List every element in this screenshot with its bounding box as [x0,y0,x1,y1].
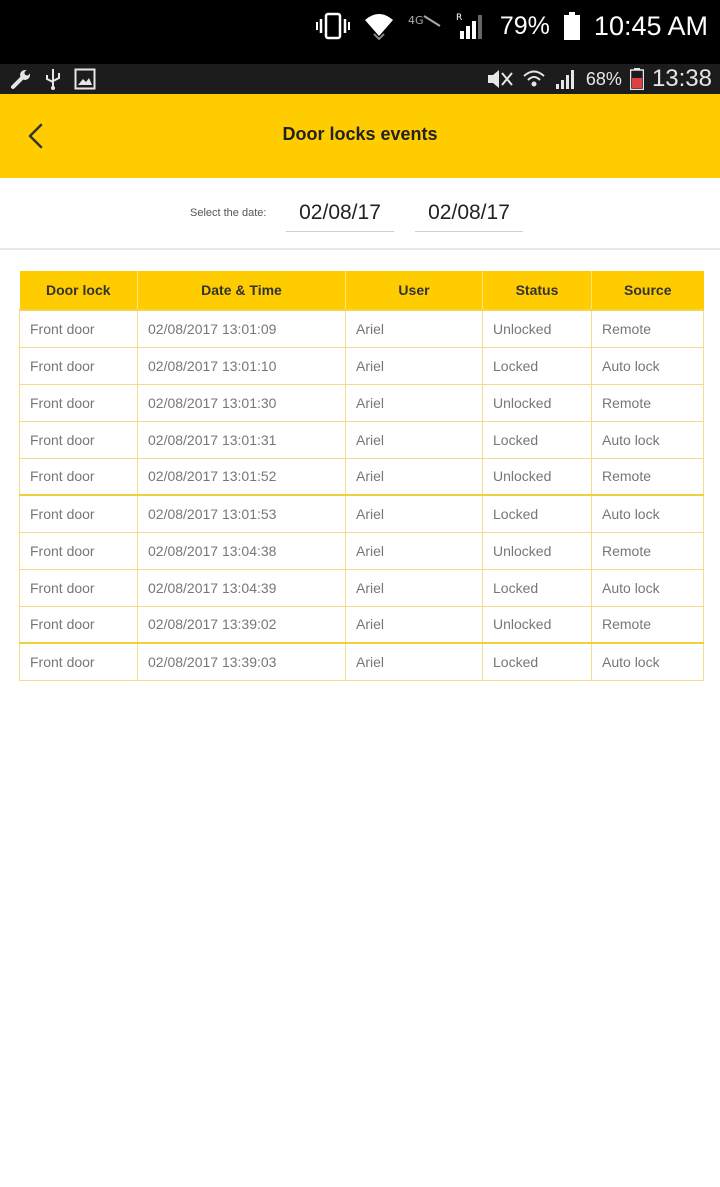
signal-icon: R [456,11,486,41]
cell-status: Locked [482,642,592,681]
table-row: Front door 02/08/2017 13:01:10 Ariel Loc… [19,346,704,385]
mute-icon [486,69,514,89]
cell-status: Locked [482,568,592,607]
outer-status-bar: 4G R 79% 10:45 AM [0,0,720,64]
cell-door-lock: Front door [19,383,138,422]
cell-user: Ariel [345,346,483,385]
cell-source: Auto lock [591,568,704,607]
cell-door-lock: Front door [19,642,138,681]
table-row: Front door 02/08/2017 13:39:03 Ariel Loc… [19,642,704,681]
cell-date-time: 02/08/2017 13:01:09 [137,309,346,348]
app-bar: Door locks events [0,94,720,178]
table-row: Front door 02/08/2017 13:01:53 Ariel Loc… [19,494,704,533]
cell-status: Unlocked [482,309,592,348]
column-header-date-time: Date & Time [137,271,346,311]
inner-signal-icon [554,68,578,90]
cell-source: Remote [591,383,704,422]
table-row: Front door 02/08/2017 13:01:09 Ariel Unl… [19,309,704,348]
mobile-data-icon: 4G [408,12,442,40]
cell-door-lock: Front door [19,531,138,570]
table-row: Front door 02/08/2017 13:04:38 Ariel Unl… [19,531,704,570]
page-title: Door locks events [282,124,438,144]
cell-date-time: 02/08/2017 13:01:31 [137,420,346,459]
cell-status: Unlocked [482,457,592,496]
cell-source: Remote [591,605,704,644]
cell-status: Locked [482,494,592,533]
date-label: Select the date: [190,207,267,219]
table-row: Front door 02/08/2017 13:01:52 Ariel Unl… [19,457,704,496]
cell-user: Ariel [345,420,483,459]
cell-source: Auto lock [591,346,704,385]
events-table: Door lock Date & Time User Status Source… [19,271,704,681]
inner-clock: 13:38 [651,65,712,92]
table-row: Front door 02/08/2017 13:04:39 Ariel Loc… [19,568,704,607]
table-header-row: Door lock Date & Time User Status Source [19,271,704,311]
cell-date-time: 02/08/2017 13:39:03 [137,642,346,681]
cell-source: Remote [591,531,704,570]
cell-date-time: 02/08/2017 13:01:53 [137,494,346,533]
cell-source: Auto lock [591,642,704,681]
date-from-field[interactable]: 02/08/17 [286,198,394,232]
svg-text:R: R [456,13,462,23]
table-row: Front door 02/08/2017 13:01:31 Ariel Loc… [19,420,704,459]
cell-status: Unlocked [482,531,592,570]
cell-date-time: 02/08/2017 13:39:02 [137,605,346,644]
image-icon [74,68,96,90]
cell-user: Ariel [345,309,483,348]
cell-source: Auto lock [591,420,704,459]
inner-battery-percent: 68% [585,68,622,89]
usb-icon [44,67,62,91]
cell-user: Ariel [345,568,483,607]
table-row: Front door 02/08/2017 13:01:30 Ariel Unl… [19,383,704,422]
table-row: Front door 02/08/2017 13:39:02 Ariel Unl… [19,605,704,644]
svg-text:4G: 4G [408,14,424,27]
cell-user: Ariel [345,531,483,570]
cell-source: Remote [591,309,704,348]
battery-icon [563,12,580,40]
cell-user: Ariel [345,605,483,644]
cell-door-lock: Front door [19,568,138,607]
cell-source: Auto lock [591,494,704,533]
vibrate-icon [315,12,350,40]
cell-date-time: 02/08/2017 13:04:39 [137,568,346,607]
date-to-field[interactable]: 02/08/17 [415,198,523,232]
wrench-icon [10,68,32,90]
outer-clock: 10:45 AM [593,10,708,41]
cell-door-lock: Front door [19,457,138,496]
cell-date-time: 02/08/2017 13:01:30 [137,383,346,422]
inner-status-bar: 68% 13:38 [0,64,720,94]
cell-source: Remote [591,457,704,496]
date-filter: Select the date: 02/08/17 02/08/17 [0,178,720,250]
cell-status: Locked [482,346,592,385]
inner-battery-icon [629,68,644,90]
cell-user: Ariel [345,383,483,422]
cell-date-time: 02/08/2017 13:04:38 [137,531,346,570]
cell-user: Ariel [345,642,483,681]
cell-date-time: 02/08/2017 13:01:10 [137,346,346,385]
column-header-door-lock: Door lock [19,271,138,311]
wifi-icon [364,12,394,40]
cell-door-lock: Front door [19,494,138,533]
column-header-user: User [345,271,483,311]
cell-door-lock: Front door [19,420,138,459]
cell-door-lock: Front door [19,346,138,385]
cell-status: Unlocked [482,383,592,422]
cell-status: Locked [482,420,592,459]
cell-user: Ariel [345,457,483,496]
outer-battery-percent: 79% [499,11,550,40]
cell-door-lock: Front door [19,605,138,644]
cell-door-lock: Front door [19,309,138,348]
cell-date-time: 02/08/2017 13:01:52 [137,457,346,496]
column-header-status: Status [482,271,592,311]
cell-user: Ariel [345,494,483,533]
inner-wifi-icon [522,68,546,90]
column-header-source: Source [591,271,704,311]
cell-status: Unlocked [482,605,592,644]
